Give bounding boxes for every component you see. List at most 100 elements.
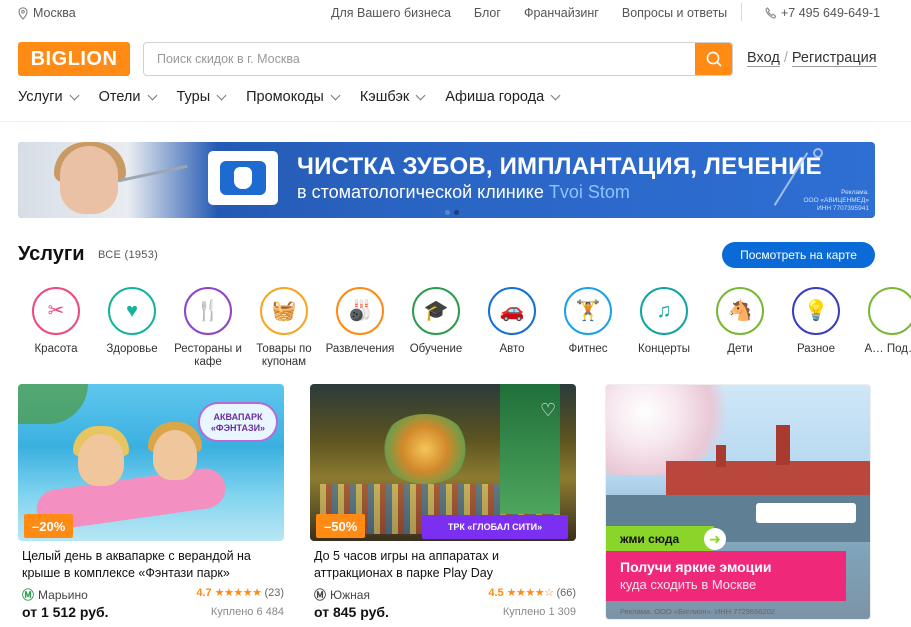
promo-image-kremlin [666, 461, 870, 495]
top-links: Для Вашего бизнеса Блог Франчайзинг Вопр… [331, 6, 750, 20]
nav-item-label: Туры [176, 89, 211, 105]
city-name: Москва [33, 6, 76, 20]
category-item[interactable]: 🎳 Развлечения [322, 287, 398, 356]
link-faq[interactable]: Вопросы и ответы [622, 6, 727, 20]
category-label: Обучение [409, 343, 463, 355]
clinic-logo [208, 151, 278, 205]
music-note-icon: ♫ [640, 287, 688, 335]
discount-badge: –50% [316, 514, 366, 538]
dumbbell-icon: 🏋 [564, 287, 612, 335]
discount-badge: –20% [24, 514, 74, 538]
search-icon [706, 51, 722, 67]
login-link[interactable]: Вход [747, 50, 780, 67]
pagination-dot-active[interactable] [454, 210, 459, 215]
light-bulb-icon: 💡 [792, 287, 840, 335]
banner-photo-face [60, 146, 118, 214]
category-item[interactable]: 🎓 Обучение [398, 287, 474, 356]
ad-banner[interactable]: ЧИСТКА ЗУБОВ, ИМПЛАНТАЦИЯ, ЛЕЧЕНИЕ в сто… [18, 142, 875, 218]
nav-item-cashback[interactable]: Кэшбэк [360, 89, 426, 105]
link-blog[interactable]: Блог [474, 6, 501, 20]
section-count-link[interactable]: ВСЕ (1953) [98, 249, 158, 261]
deal-title[interactable]: Целый день в аквапарке с верандой на кры… [22, 548, 284, 582]
nav-item-promocodes[interactable]: Промокоды [246, 89, 341, 105]
category-item[interactable]: 🐴 Дети [702, 287, 778, 356]
review-count[interactable]: (23) [264, 587, 284, 599]
nav-item-city-events[interactable]: Афиша города [445, 89, 561, 105]
search-button[interactable] [695, 43, 732, 75]
category-item[interactable]: 🧺 Товары по купонам [246, 287, 322, 367]
top-bar: Москва Для Вашего бизнеса Блог Франчайзи… [0, 0, 911, 26]
promo-card[interactable]: жми сюда ➜ Получи яркие эмоции куда сход… [605, 384, 871, 627]
view-map-button[interactable]: Посмотреть на карте [722, 242, 875, 268]
deal-price: от 845 руб. [314, 604, 389, 620]
category-item[interactable]: ♫ Концерты [626, 287, 702, 356]
heart-pulse-icon: ♥ [108, 287, 156, 335]
search-input[interactable] [144, 44, 694, 74]
deal-card[interactable]: АКВАПАРК «ФЭНТАЗИ» –20% Целый день в акв… [18, 384, 284, 627]
deal-image: ♡ –50% ТРК «ГЛОБАЛ СИТИ» [310, 384, 576, 541]
category-carousel: ✂ Красота ♥ Здоровье 🍴 Рестораны и кафе 🧺 Товар… [18, 287, 911, 367]
category-label: Фитнес [568, 343, 608, 355]
aquapark-logo: АКВАПАРК «ФЭНТАЗИ» [198, 402, 278, 442]
nav-item-label: Промокоды [246, 89, 324, 105]
car-icon: 🚗 [488, 287, 536, 335]
nav-item-services[interactable]: Услуги [18, 89, 80, 105]
category-glyph: 🎳 [347, 300, 373, 322]
category-label: Разное [797, 343, 835, 355]
promo-cta-label[interactable]: жми сюда [606, 526, 714, 552]
rating-score: 4.7 [196, 586, 212, 599]
sold-count: Куплено 6 484 [210, 606, 284, 618]
category-item[interactable]: 🚗 Авто [474, 287, 550, 356]
deal-card[interactable]: ♡ –50% ТРК «ГЛОБАЛ СИТИ» До 5 часов игры… [310, 384, 576, 627]
phone-link[interactable]: +7 495 649-649-1 [765, 6, 880, 20]
category-item[interactable]: 💡 Разное [778, 287, 854, 356]
link-business[interactable]: Для Вашего бизнеса [331, 6, 451, 20]
category-item[interactable]: ♥ Здоровье [94, 287, 170, 356]
pagination-dot[interactable] [445, 210, 450, 215]
category-glyph: 🐴 [727, 300, 753, 322]
metro-icon: Ⓜ [22, 588, 35, 602]
bowling-icon: 🎳 [336, 287, 384, 335]
deal-rating: 4.5 ★★★★☆ (66) [488, 586, 576, 600]
link-franchise[interactable]: Франчайзинг [524, 6, 599, 20]
nav-item-tours[interactable]: Туры [176, 89, 227, 105]
promo-subline: куда сходить в Москве [620, 577, 757, 592]
deal-title[interactable]: До 5 часов игры на аппаратах и аттракцио… [314, 548, 576, 582]
category-glyph: ♫ [656, 300, 672, 322]
category-label: Красота [34, 343, 78, 355]
biglion-logo[interactable]: BIGLION [18, 42, 130, 76]
promo-image-boat [756, 503, 856, 523]
category-item[interactable]: А… Под… [854, 287, 911, 356]
banner-ad-note: Реклама. ООО «АВИЦЕНМЕД» ИНН 7707395941 [803, 189, 869, 213]
category-item[interactable]: 🍴 Рестораны и кафе [170, 287, 246, 367]
scissors-comb-icon: ✂ [32, 287, 80, 335]
rating-stars-icon: ★★★★★ [214, 587, 262, 599]
category-label: Развлечения [325, 343, 395, 355]
city-selector[interactable]: Москва [18, 6, 76, 20]
sold-count: Куплено 1 309 [502, 606, 576, 618]
category-item[interactable]: 🏋 Фитнес [550, 287, 626, 356]
banner-ad-line: ООО «АВИЦЕНМЕД» [803, 197, 869, 204]
banner-headline: ЧИСТКА ЗУБОВ, ИМПЛАНТАЦИЯ, ЛЕЧЕНИЕ [297, 153, 822, 180]
banner-ad-line: Реклама. [841, 189, 869, 196]
metro-name: Марьино [38, 587, 88, 602]
location-pin-icon [18, 6, 28, 20]
category-label: Дети [727, 343, 753, 355]
metro-station: Ⓜ Марьино [22, 586, 88, 603]
tooth-icon [220, 161, 266, 195]
promo-ad-note: Реклама. ООО «Биглион». ИНН 7729656202 [620, 607, 775, 616]
promo-image-tower [716, 445, 726, 467]
chevron-down-icon [216, 90, 227, 101]
location-tag: ТРК «ГЛОБАЛ СИТИ» [422, 515, 568, 539]
deal-image-tree [18, 384, 88, 424]
auth-links: Вход / Регистрация [747, 50, 877, 67]
graduation-cap-icon: 🎓 [412, 287, 460, 335]
favorite-heart-icon[interactable]: ♡ [540, 400, 556, 421]
category-item[interactable]: ✂ Красота [18, 287, 94, 356]
nav-item-hotels[interactable]: Отели [99, 89, 157, 105]
category-glyph: ♥ [126, 300, 138, 322]
fork-knife-icon: 🍴 [184, 287, 232, 335]
register-link[interactable]: Регистрация [791, 50, 877, 67]
nav-divider [0, 121, 911, 122]
review-count[interactable]: (66) [556, 587, 576, 599]
